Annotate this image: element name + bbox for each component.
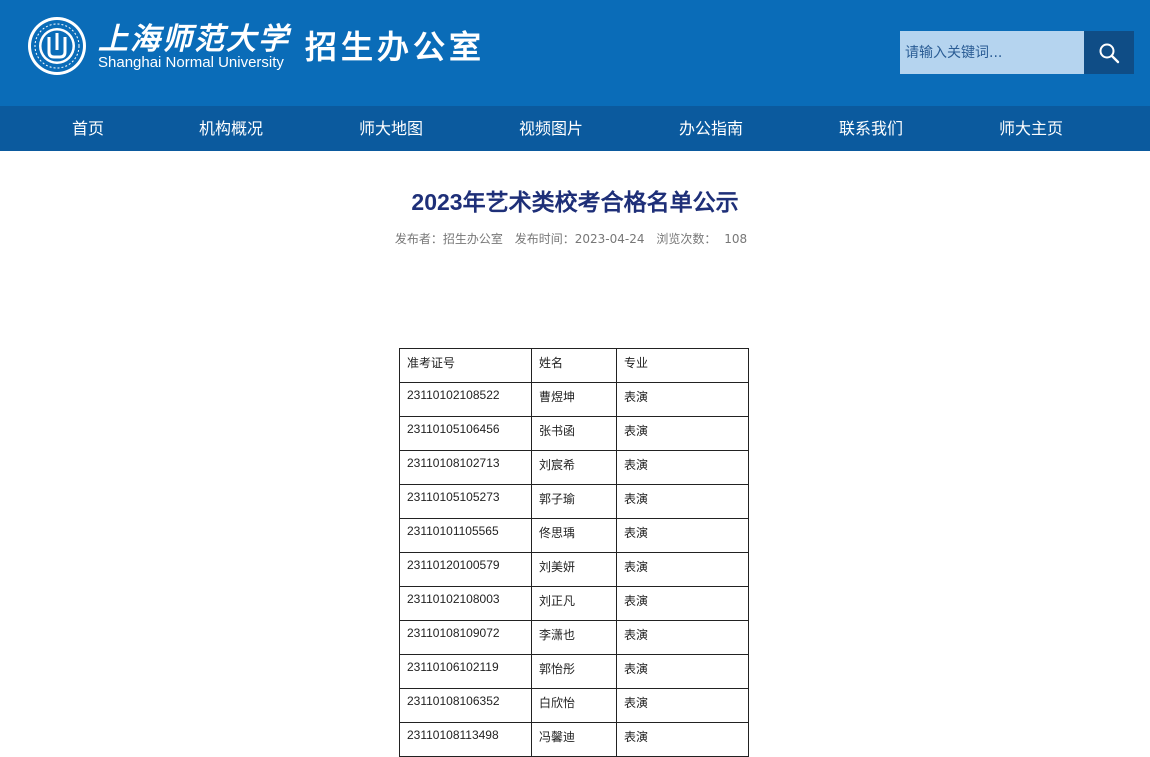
table-row: 23110105105273 郭子瑜 表演 — [399, 484, 749, 519]
cell-name: 佟思瑀 — [531, 518, 617, 553]
search-input[interactable] — [900, 31, 1084, 74]
cell-exam-id: 23110108102713 — [399, 450, 532, 485]
view-count-info: 浏览次数： 108 — [656, 232, 747, 246]
cell-major: 表演 — [616, 552, 749, 587]
table-row: 23110108113498 冯馨迪 表演 — [399, 722, 749, 757]
cell-exam-id: 23110105105273 — [399, 484, 532, 519]
cell-major: 表演 — [616, 688, 749, 723]
cell-exam-id: 23110120100579 — [399, 552, 532, 587]
department-name: 招生办公室 — [305, 28, 486, 66]
header-cell-name: 姓名 — [531, 348, 617, 383]
cell-name: 白欣怡 — [531, 688, 617, 723]
cell-major: 表演 — [616, 450, 749, 485]
table-row: 23110108106352 白欣怡 表演 — [399, 688, 749, 723]
table-row: 23110108102713 刘宸希 表演 — [399, 450, 749, 485]
cell-exam-id: 23110102108003 — [399, 586, 532, 621]
article-meta: 发布者：招生办公室 发布时间：2023-04-24 浏览次数： 108 — [0, 230, 1142, 247]
nav-item-home[interactable]: 首页 — [72, 106, 104, 151]
table-row: 23110106102119 郭怡彤 表演 — [399, 654, 749, 689]
cell-exam-id: 23110108106352 — [399, 688, 532, 723]
university-name-en[interactable]: Shanghai Normal University — [98, 54, 284, 71]
search-icon — [1099, 43, 1120, 63]
publish-date-value: 2023-04-24 — [574, 232, 645, 246]
cell-exam-id: 23110108113498 — [399, 722, 532, 757]
publish-date-info: 发布时间：2023-04-24 — [515, 232, 645, 246]
cell-major: 表演 — [616, 484, 749, 519]
cell-major: 表演 — [616, 722, 749, 757]
cell-exam-id: 23110106102119 — [399, 654, 532, 689]
cell-name: 冯馨迪 — [531, 722, 617, 757]
view-count-value: 108 — [724, 232, 748, 246]
cell-name: 郭怡彤 — [531, 654, 617, 689]
publisher-value: 招生办公室 — [442, 232, 503, 246]
cell-name: 刘宸希 — [531, 450, 617, 485]
nav-item-contact[interactable]: 联系我们 — [839, 106, 903, 151]
university-name-cn[interactable]: 上海师范大学 — [98, 14, 290, 58]
cell-name: 刘美妍 — [531, 552, 617, 587]
nav-item-campus-map[interactable]: 师大地图 — [359, 106, 423, 151]
cell-major: 表演 — [616, 654, 749, 689]
cell-exam-id: 23110108109072 — [399, 620, 532, 655]
nav-item-media[interactable]: 视频图片 — [519, 106, 583, 151]
cell-exam-id: 23110105106456 — [399, 416, 532, 451]
main-nav: 首页 机构概况 师大地图 视频图片 办公指南 联系我们 师大主页 — [0, 106, 1150, 151]
cell-name: 郭子瑜 — [531, 484, 617, 519]
cell-major: 表演 — [616, 382, 749, 417]
table-header-row: 准考证号 姓名 专业 — [399, 348, 749, 383]
header-cell-major: 专业 — [616, 348, 749, 383]
admission-list-table: 准考证号 姓名 专业 23110102108522 曹煜坤 表演 2311010510… — [399, 348, 749, 757]
nav-item-about[interactable]: 机构概况 — [199, 106, 263, 151]
cell-major: 表演 — [616, 586, 749, 621]
cell-exam-id: 23110101105565 — [399, 518, 532, 553]
cell-name: 曹煜坤 — [531, 382, 617, 417]
publish-date-label: 发布时间： — [514, 232, 575, 246]
site-header: 上海师范大学 Shanghai Normal University 招生办公室 — [0, 0, 1150, 106]
cell-exam-id: 23110102108522 — [399, 382, 532, 417]
search-button[interactable] — [1084, 31, 1134, 74]
cell-major: 表演 — [616, 416, 749, 451]
table-row: 23110120100579 刘美妍 表演 — [399, 552, 749, 587]
cell-major: 表演 — [616, 518, 749, 553]
nav-item-university-home[interactable]: 师大主页 — [999, 106, 1063, 151]
table-row: 23110108109072 李潇也 表演 — [399, 620, 749, 655]
cell-name: 张书函 — [531, 416, 617, 451]
view-count-label: 浏览次数： — [656, 232, 717, 246]
table-row: 23110101105565 佟思瑀 表演 — [399, 518, 749, 553]
table-row: 23110105106456 张书函 表演 — [399, 416, 749, 451]
table-row: 23110102108522 曹煜坤 表演 — [399, 382, 749, 417]
article-title: 2023年艺术类校考合格名单公示 — [411, 189, 739, 215]
table-row: 23110102108003 刘正凡 表演 — [399, 586, 749, 621]
nav-item-office-guide[interactable]: 办公指南 — [679, 106, 743, 151]
university-emblem-icon[interactable] — [27, 16, 87, 76]
publisher-label: 发布者： — [394, 232, 443, 246]
cell-name: 刘正凡 — [531, 586, 617, 621]
publisher-info: 发布者：招生办公室 — [395, 232, 503, 246]
header-cell-exam-id: 准考证号 — [399, 348, 532, 383]
cell-major: 表演 — [616, 620, 749, 655]
cell-name: 李潇也 — [531, 620, 617, 655]
